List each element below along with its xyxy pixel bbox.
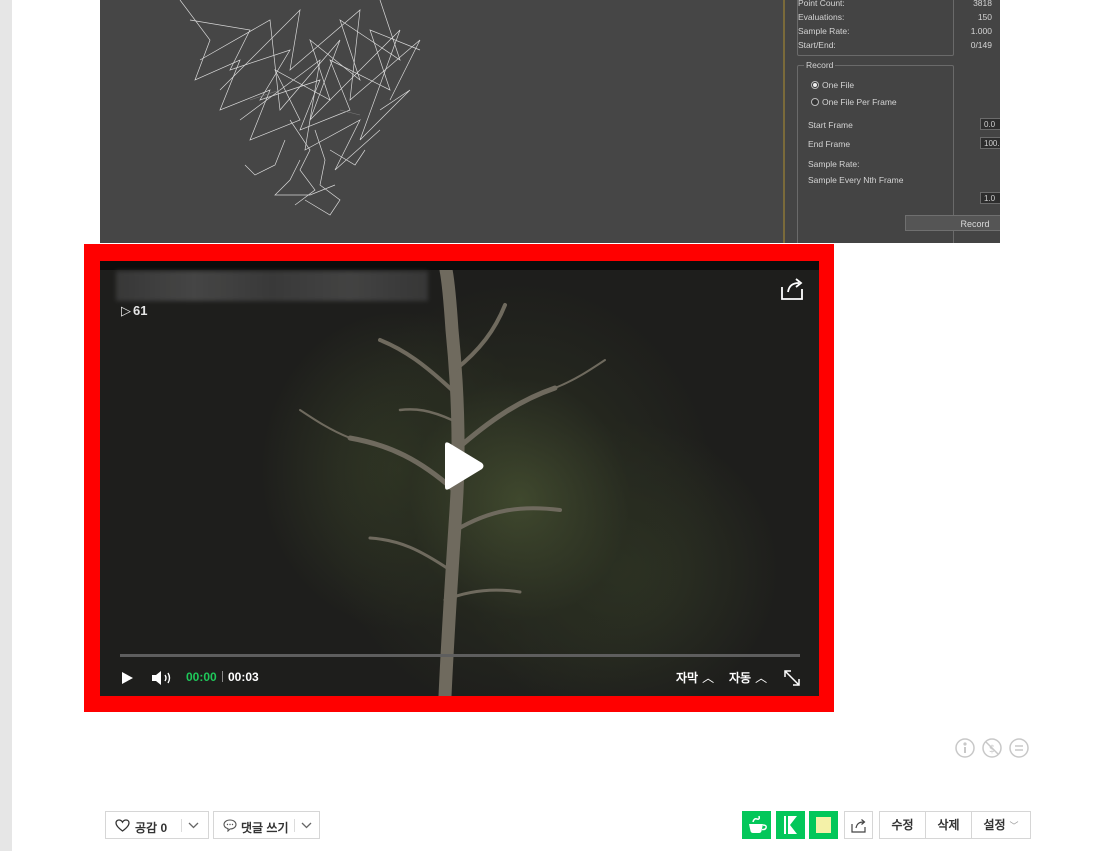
stat-evaluations: Evaluations: 150 (798, 12, 992, 22)
radio-one-file-per-frame[interactable] (811, 98, 819, 106)
share-button[interactable] (844, 811, 873, 839)
sample-rate-label: Sample Rate: (808, 159, 860, 169)
record-group-title: Record (804, 60, 836, 70)
comment-button[interactable]: 댓글 쓰기 (241, 819, 289, 836)
view-count-value: 61 (133, 303, 148, 318)
point-cache-panel: Point Count: 3818 Evaluations: 150 Sample … (790, 0, 1000, 243)
like-count: 0 (160, 821, 168, 835)
tree-wireframe-image (179, 0, 421, 216)
volume-icon[interactable] (151, 669, 175, 687)
record-button[interactable]: Record (905, 215, 1000, 231)
stat-sample-rate: Sample Rate: 1.000 (798, 26, 992, 36)
heart-icon[interactable] (115, 819, 130, 832)
radio-one-file[interactable] (811, 81, 819, 89)
radio-per-frame-label: One File Per Frame (822, 97, 897, 107)
end-frame-label: End Frame (808, 139, 851, 149)
edit-button[interactable]: 수정 (880, 812, 925, 838)
time-separator (222, 671, 223, 682)
svg-text:$: $ (989, 744, 995, 755)
chevron-up-icon: ︿ (755, 671, 768, 685)
player-controls: 00:00 00:03 자막 ︿ 자동 ︿ (100, 641, 819, 696)
embedded-3dsmax-screenshot: Point Count: 3818 Evaluations: 150 Sample … (100, 0, 1000, 243)
end-frame-input[interactable]: 100.0 (980, 137, 1000, 149)
naver-cafe-share-icon[interactable] (742, 811, 771, 839)
share-icon[interactable] (778, 275, 806, 303)
fullscreen-icon[interactable] (783, 669, 801, 687)
start-frame-input[interactable]: 0.0 (980, 118, 1000, 130)
wireframe-viewport (100, 0, 783, 243)
sample-every-label: Sample Every Nth Frame (808, 175, 904, 185)
sample-every-input[interactable]: 1.0 (980, 192, 1000, 204)
viewport-divider (783, 0, 785, 243)
memo-icon[interactable] (809, 811, 838, 839)
post-admin-buttons: 수정 삭제 설정 ﹀ (879, 811, 1031, 839)
like-button-group: 공감 0 (105, 811, 209, 839)
subtitle-button[interactable]: 자막 ︿ (676, 669, 714, 686)
no-commercial-icon: $ (982, 738, 1002, 758)
like-button[interactable]: 공감 0 (135, 819, 167, 836)
player-top-strip (100, 261, 819, 270)
quality-button[interactable]: 자동 ︿ (729, 669, 767, 686)
duration: 00:03 (228, 670, 259, 684)
start-frame-label: Start Frame (808, 120, 853, 130)
play-icon[interactable] (120, 671, 134, 685)
settings-button[interactable]: 설정 ﹀ (972, 812, 1030, 838)
no-derivatives-icon (1009, 738, 1029, 758)
divider (294, 819, 295, 832)
chevron-down-icon[interactable] (301, 822, 312, 829)
big-play-icon[interactable] (441, 441, 485, 491)
delete-button[interactable]: 삭제 (926, 812, 971, 838)
page-left-rail (0, 0, 12, 851)
chevron-down-icon[interactable] (188, 822, 199, 829)
info-person-icon (955, 738, 975, 758)
divider (181, 819, 182, 832)
video-title-blurred (116, 271, 428, 301)
progress-bar[interactable] (120, 654, 800, 657)
chevron-down-icon: ﹀ (1009, 821, 1019, 831)
stat-start-end: Start/End: 0/149 (798, 40, 992, 50)
video-player[interactable]: ▷ 61 00:00 00:03 자막 ︿ 자동 ︿ (100, 261, 819, 696)
chevron-up-icon: ︿ (702, 671, 715, 685)
radio-one-file-label: One File (822, 80, 855, 90)
current-time: 00:00 (186, 670, 217, 684)
stat-point-count: Point Count: 3818 (798, 0, 992, 8)
view-count: ▷ 61 (121, 303, 148, 318)
speech-bubble-icon[interactable] (223, 819, 237, 832)
comment-button-group: 댓글 쓰기 (213, 811, 320, 839)
share-icon (851, 819, 866, 833)
keep-bookmark-icon[interactable] (776, 811, 805, 839)
